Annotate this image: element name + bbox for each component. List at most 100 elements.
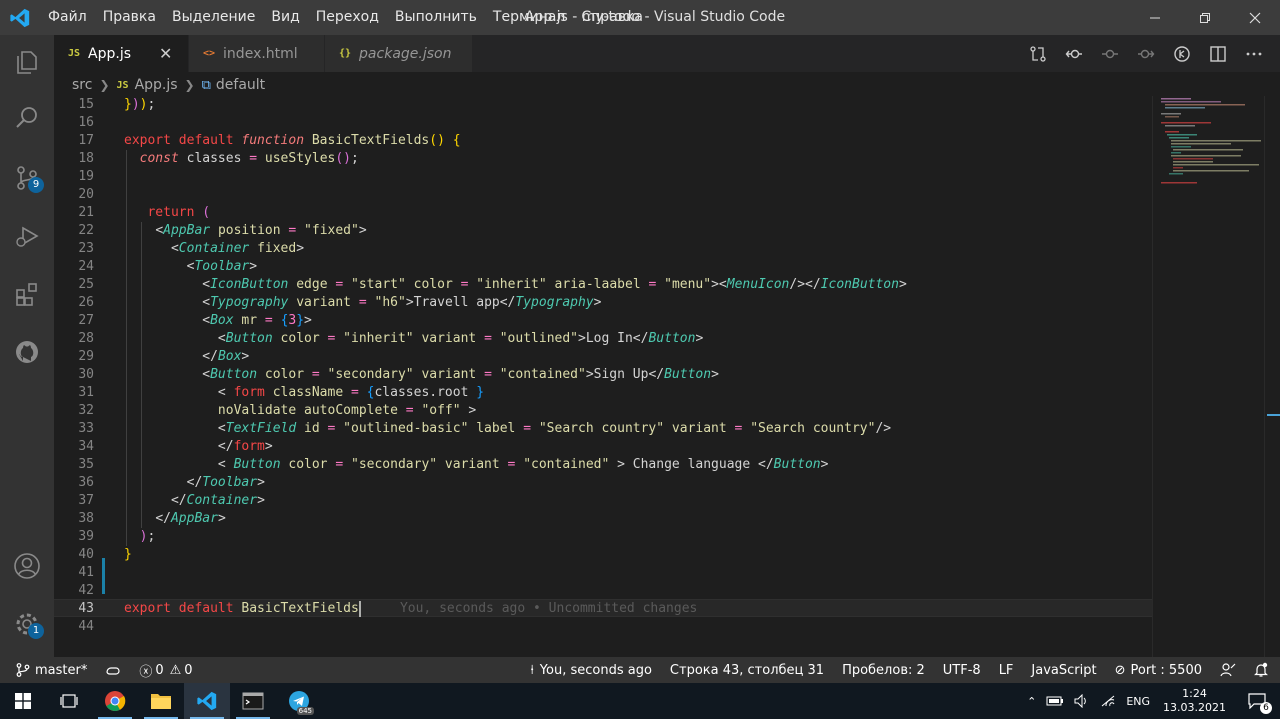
run-debug-icon[interactable] [0, 209, 54, 263]
code-line[interactable]: 33 <TextField id = "outlined-basic" labe… [54, 420, 1152, 438]
menu-terminal[interactable]: Терминал [485, 0, 573, 35]
chrome-icon[interactable] [92, 683, 138, 719]
notifications-bell-icon[interactable] [1245, 657, 1280, 683]
split-editor-icon[interactable] [1200, 35, 1236, 72]
close-button[interactable] [1230, 0, 1280, 35]
feedback-icon[interactable] [1211, 657, 1245, 683]
clock[interactable]: 1:24 13.03.2021 [1155, 687, 1234, 715]
vscode-taskbar-icon[interactable] [184, 683, 230, 719]
code-line[interactable]: 34 </form> [54, 438, 1152, 456]
task-view-icon[interactable] [46, 683, 92, 719]
menu-edit[interactable]: Правка [95, 0, 164, 35]
source-control-icon[interactable]: 9 [0, 151, 54, 205]
code-line-current[interactable]: 43 export default BasicTextFields You, se… [54, 599, 1152, 617]
menu-file[interactable]: Файл [40, 0, 95, 35]
menu-selection[interactable]: Выделение [164, 0, 263, 35]
language-indicator[interactable]: ENG [1121, 683, 1155, 719]
eol-status[interactable]: LF [990, 657, 1023, 683]
terminal-icon[interactable] [230, 683, 276, 719]
vertical-scrollbar[interactable] [1264, 96, 1280, 657]
tab-app-js[interactable]: JS App.js ✕ [54, 35, 189, 72]
timeline-prev-icon[interactable] [1056, 35, 1092, 72]
code-line[interactable]: 22 <AppBar position = "fixed"> [54, 222, 1152, 240]
code-line[interactable]: 29 </Box> [54, 348, 1152, 366]
indentation-status[interactable]: Пробелов: 2 [833, 657, 934, 683]
github-icon[interactable] [0, 325, 54, 379]
code-line[interactable]: 15})); [54, 96, 1152, 114]
clock-date: 13.03.2021 [1163, 701, 1226, 714]
menu-go[interactable]: Переход [308, 0, 387, 35]
tab-label: index.html [223, 45, 298, 62]
breadcrumb-symbol[interactable]: default [216, 77, 265, 93]
vscode-logo-icon[interactable] [0, 0, 40, 35]
code-line[interactable]: 41 [54, 564, 1152, 582]
restore-button[interactable] [1180, 0, 1230, 35]
code-line[interactable]: 28 <Button color = "inherit" variant = "… [54, 330, 1152, 348]
code-line[interactable]: 39 ); [54, 528, 1152, 546]
code-line[interactable]: 19 [54, 168, 1152, 186]
windows-start-icon[interactable] [0, 683, 46, 719]
git-graph-icon[interactable] [1164, 35, 1200, 72]
code-line[interactable]: 20 [54, 186, 1152, 204]
timeline-commit-icon[interactable] [1092, 35, 1128, 72]
extensions-icon[interactable] [0, 267, 54, 321]
code-editor[interactable]: 15})); 16 17 export default function Basi… [54, 96, 1152, 657]
menu-run[interactable]: Выполнить [387, 0, 485, 35]
cursor-position-status[interactable]: Строка 43, столбец 31 [661, 657, 833, 683]
code-line[interactable]: 16 [54, 114, 1152, 132]
encoding-status[interactable]: UTF-8 [934, 657, 990, 683]
code-line[interactable]: 36 </Toolbar> [54, 474, 1152, 492]
language-status[interactable]: JavaScript [1022, 657, 1105, 683]
menu-help[interactable]: Справка [573, 0, 651, 35]
code-line[interactable]: 24 <Toolbar> [54, 258, 1152, 276]
js-file-icon: JS [116, 79, 129, 91]
tab-package-json[interactable]: {} package.json [325, 35, 473, 72]
tab-index-html[interactable]: <> index.html [189, 35, 325, 72]
code-line[interactable]: 23 <Container fixed> [54, 240, 1152, 258]
code-line[interactable]: 44 [54, 618, 1152, 636]
code-line[interactable]: 38 </AppBar> [54, 510, 1152, 528]
git-branch-icon [16, 663, 30, 677]
code-line[interactable]: 17 export default function BasicTextField… [54, 132, 1152, 150]
code-line[interactable]: 21 return ( [54, 204, 1152, 222]
menu-view[interactable]: Вид [263, 0, 307, 35]
chevron-up-icon[interactable]: ⌃ [1022, 683, 1041, 719]
code-line[interactable]: 31 < form className = {classes.root } [54, 384, 1152, 402]
explorer-icon[interactable] [0, 35, 54, 89]
code-line[interactable]: 37 </Container> [54, 492, 1152, 510]
code-line[interactable]: 32 noValidate autoComplete = "off" > [54, 402, 1152, 420]
search-icon[interactable] [0, 91, 54, 145]
live-server-status[interactable]: ⊘ Port : 5500 [1106, 657, 1211, 683]
code-line[interactable]: 40} [54, 546, 1152, 564]
editor-actions [1020, 35, 1272, 72]
code-line[interactable]: 30 <Button color = "secondary" variant =… [54, 366, 1152, 384]
open-changes-icon[interactable] [1020, 35, 1056, 72]
telegram-icon[interactable]: 645 [276, 683, 322, 719]
code-line[interactable]: 35 < Button color = "secondary" variant … [54, 456, 1152, 474]
code-line[interactable]: 26 <Typography variant = "h6">Travell ap… [54, 294, 1152, 312]
more-actions-icon[interactable] [1236, 35, 1272, 72]
branch-status[interactable]: master* [0, 657, 96, 683]
minimap[interactable] [1152, 96, 1264, 657]
code-line[interactable]: 18 const classes = useStyles(); [54, 150, 1152, 168]
battery-icon[interactable] [1041, 683, 1069, 719]
blame-status[interactable]: ⍿ You, seconds ago [521, 657, 660, 683]
sync-icon[interactable] [96, 657, 130, 683]
file-explorer-icon[interactable] [138, 683, 184, 719]
code-line[interactable]: 25 <IconButton edge = "start" color = "i… [54, 276, 1152, 294]
telegram-badge: 645 [296, 707, 314, 715]
wifi-icon[interactable] [1095, 683, 1121, 719]
volume-icon[interactable] [1069, 683, 1095, 719]
close-tab-icon[interactable]: ✕ [159, 44, 172, 63]
timeline-next-icon[interactable] [1128, 35, 1164, 72]
account-icon[interactable] [0, 539, 54, 593]
problems-status[interactable]: ⓧ 0 ⚠ 0 [130, 657, 201, 683]
manage-gear-icon[interactable]: 1 [0, 597, 54, 651]
breadcrumb-folder[interactable]: src [72, 77, 92, 93]
code-line[interactable]: 42 [54, 582, 1152, 600]
minimize-button[interactable] [1130, 0, 1180, 35]
action-center-icon[interactable]: 6 [1234, 683, 1280, 719]
code-line[interactable]: 27 <Box mr = {3}> [54, 312, 1152, 330]
breadcrumb-file[interactable]: App.js [135, 77, 178, 93]
symbol-variable-icon: ⧉ [201, 77, 211, 93]
